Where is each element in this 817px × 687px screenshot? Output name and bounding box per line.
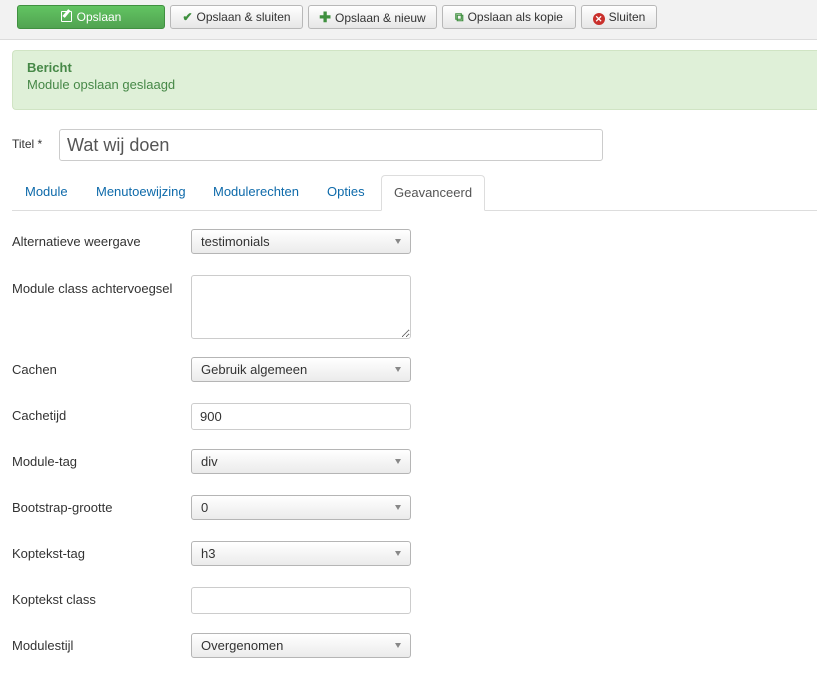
module-tag-label: Module-tag bbox=[12, 454, 78, 469]
close-button-label: Sluiten bbox=[608, 10, 646, 24]
success-message: Bericht Module opslaan geslaagd bbox=[12, 50, 817, 110]
title-label: Titel * bbox=[12, 137, 43, 151]
toolbar: Opslaan ✔ Opslaan & sluiten ✚ Opslaan & ni… bbox=[0, 0, 817, 40]
header-tag-label: Koptekst-tag bbox=[12, 546, 85, 561]
module-tag-select[interactable]: div bbox=[191, 449, 411, 474]
save-close-button-label: Opslaan & sluiten bbox=[196, 10, 291, 24]
save-new-button[interactable]: ✚ Opslaan & nieuw bbox=[308, 5, 437, 29]
tab-module-permissions[interactable]: Modulerechten bbox=[213, 175, 299, 211]
title-input[interactable] bbox=[59, 129, 603, 161]
copy-icon: ⧉ bbox=[455, 10, 464, 24]
plus-icon: ✚ bbox=[319, 9, 331, 25]
caret-down-icon bbox=[395, 239, 401, 244]
save-button-label: Opslaan bbox=[76, 10, 122, 24]
module-tag-value: div bbox=[201, 454, 218, 469]
header-tag-value: h3 bbox=[201, 546, 216, 561]
layout-label: Alternatieve weergave bbox=[12, 234, 141, 249]
save-new-button-label: Opslaan & nieuw bbox=[335, 11, 426, 25]
bootstrap-size-label: Bootstrap-grootte bbox=[12, 500, 113, 515]
caret-down-icon bbox=[395, 643, 401, 648]
caret-down-icon bbox=[395, 367, 401, 372]
cache-label: Cachen bbox=[12, 362, 57, 377]
module-style-select[interactable]: Overgenomen bbox=[191, 633, 411, 658]
header-class-label: Koptekst class bbox=[12, 592, 96, 607]
module-class-suffix-label: Module class achtervoegsel bbox=[12, 281, 173, 296]
edit-icon bbox=[60, 11, 72, 22]
tab-advanced[interactable]: Geavanceerd bbox=[381, 175, 486, 211]
tab-menu-assignment[interactable]: Menutoewijzing bbox=[96, 175, 186, 211]
header-tag-select[interactable]: h3 bbox=[191, 541, 411, 566]
caret-down-icon bbox=[395, 459, 401, 464]
save-copy-button[interactable]: ⧉ Opslaan als kopie bbox=[442, 5, 576, 29]
header-class-input[interactable] bbox=[191, 587, 411, 614]
bootstrap-size-value: 0 bbox=[201, 500, 209, 515]
tab-options[interactable]: Opties bbox=[327, 175, 365, 211]
bootstrap-size-select[interactable]: 0 bbox=[191, 495, 411, 520]
module-style-value: Overgenomen bbox=[201, 638, 284, 653]
cache-value: Gebruik algemeen bbox=[201, 362, 308, 377]
cache-time-label: Cachetijd bbox=[12, 408, 67, 423]
module-style-label: Modulestijl bbox=[12, 638, 74, 653]
layout-select[interactable]: testimonials bbox=[191, 229, 411, 254]
tab-bar: Module Menutoewijzing Modulerechten Opti… bbox=[12, 175, 817, 211]
caret-down-icon bbox=[395, 551, 401, 556]
close-button[interactable]: ✕ Sluiten bbox=[581, 5, 657, 29]
save-close-button[interactable]: ✔ Opslaan & sluiten bbox=[170, 5, 303, 29]
module-class-suffix-textarea[interactable] bbox=[191, 275, 411, 339]
close-icon: ✕ bbox=[592, 13, 605, 25]
layout-value: testimonials bbox=[201, 234, 270, 249]
caret-down-icon bbox=[395, 505, 401, 510]
message-heading: Bericht bbox=[27, 60, 72, 75]
cache-select[interactable]: Gebruik algemeen bbox=[191, 357, 411, 382]
message-text: Module opslaan geslaagd bbox=[27, 77, 176, 92]
tab-module[interactable]: Module bbox=[25, 175, 68, 211]
save-button[interactable]: Opslaan bbox=[17, 5, 165, 29]
cache-time-input[interactable] bbox=[191, 403, 411, 430]
check-icon: ✔ bbox=[182, 10, 193, 24]
save-copy-button-label: Opslaan als kopie bbox=[467, 10, 563, 24]
